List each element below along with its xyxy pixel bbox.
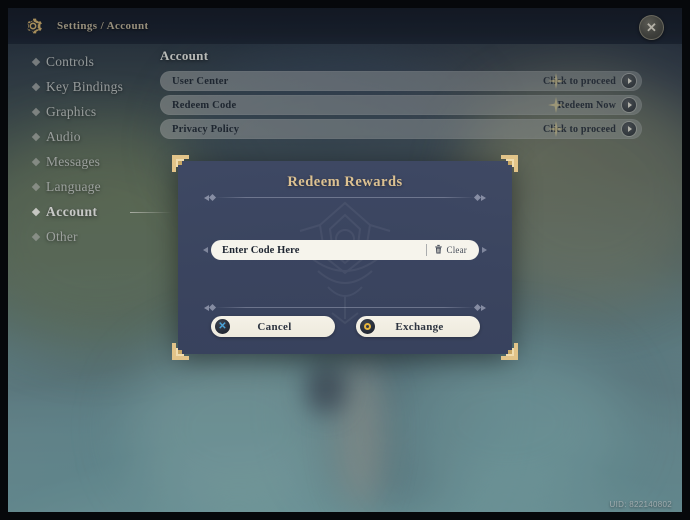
corner-ornament-icon bbox=[501, 343, 518, 360]
divider-top bbox=[204, 193, 486, 202]
trash-icon bbox=[434, 241, 443, 259]
redeem-code-input[interactable] bbox=[211, 240, 426, 260]
input-decoration-icon bbox=[203, 247, 208, 253]
dialog-title: Redeem Rewards bbox=[287, 174, 403, 190]
corner-ornament-icon bbox=[172, 155, 189, 172]
clear-button[interactable]: Clear bbox=[425, 240, 479, 260]
code-input-group: Clear bbox=[203, 240, 487, 260]
cancel-label: Cancel bbox=[257, 320, 292, 333]
cancel-button[interactable]: ✕ Cancel bbox=[211, 316, 335, 337]
input-decoration-icon bbox=[482, 247, 487, 253]
clear-label: Clear bbox=[446, 245, 467, 255]
game-window: Settings / Account ✕ Controls Key Bindin… bbox=[0, 0, 690, 520]
emblem-watermark-icon bbox=[270, 195, 420, 335]
close-circle-icon: ✕ bbox=[215, 319, 230, 334]
redeem-rewards-dialog: Redeem Rewards Clear bbox=[172, 155, 518, 360]
corner-ornament-icon bbox=[501, 155, 518, 172]
corner-ornament-icon bbox=[172, 343, 189, 360]
divider-bottom bbox=[204, 303, 486, 312]
exchange-label: Exchange bbox=[395, 320, 444, 333]
exchange-button[interactable]: Exchange bbox=[356, 316, 480, 337]
confirm-circle-icon bbox=[360, 319, 375, 334]
